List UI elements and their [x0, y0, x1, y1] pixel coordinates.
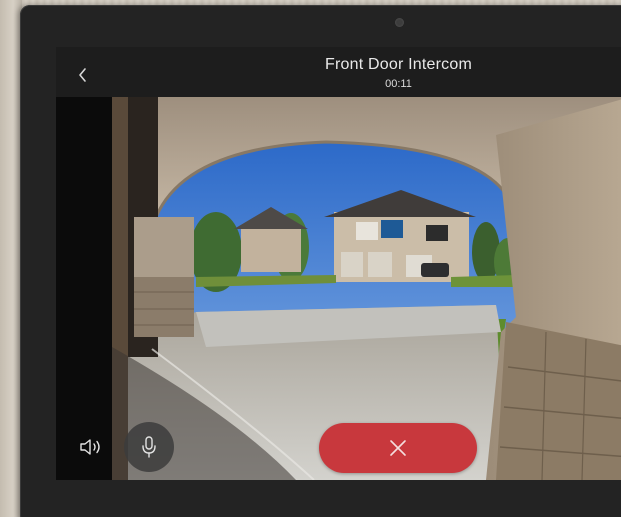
- call-duration: 00:11: [385, 78, 412, 90]
- back-button[interactable]: [72, 63, 92, 87]
- intercom-device: Front Door Intercom 00:11: [20, 5, 621, 517]
- intercom-screen: Front Door Intercom 00:11: [56, 47, 621, 480]
- close-icon: [390, 440, 406, 456]
- speaker-button[interactable]: [66, 422, 116, 472]
- front-camera-icon: [395, 18, 404, 27]
- call-header: Front Door Intercom 00:11: [56, 47, 621, 97]
- wall-background: [0, 0, 22, 517]
- chevron-left-icon: [79, 68, 86, 82]
- end-call-button[interactable]: [319, 423, 477, 473]
- speaker-icon: [80, 439, 100, 455]
- doorbell-camera-feed: [112, 97, 621, 480]
- microphone-button[interactable]: [124, 422, 174, 472]
- microphone-icon: [142, 436, 156, 458]
- call-title: Front Door Intercom: [325, 56, 472, 73]
